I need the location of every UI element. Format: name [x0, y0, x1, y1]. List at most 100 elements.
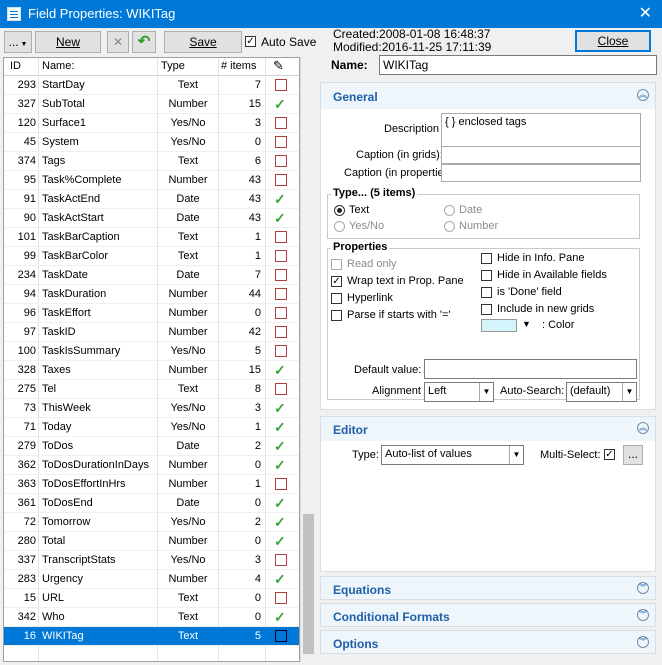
wraptext-checkbox[interactable]: ✓ [331, 276, 342, 287]
table-row[interactable]: 94 TaskDuration Number 44 [4, 285, 299, 304]
color-swatch[interactable] [481, 319, 517, 332]
checkmark-icon[interactable]: ✓ [274, 210, 286, 227]
hide-avail-checkbox[interactable] [481, 270, 492, 281]
delete-icon[interactable]: ✕ [107, 31, 129, 53]
table-row[interactable]: 71 Today Yes/No 1 ✓ [4, 418, 299, 437]
row-checkbox[interactable] [275, 592, 287, 604]
checkmark-icon[interactable]: ✓ [274, 514, 286, 531]
include-new-checkbox[interactable] [481, 304, 492, 315]
row-checkbox[interactable] [275, 117, 287, 129]
col-header-id[interactable]: ID [10, 60, 21, 72]
table-row[interactable]: 96 TaskEffort Number 0 [4, 304, 299, 323]
collapse-up-icon[interactable]: ︽ [637, 422, 649, 434]
color-dropdown-icon[interactable]: ▼ [522, 319, 531, 329]
grid-scrollbar[interactable] [300, 57, 316, 662]
is-done-checkbox[interactable] [481, 287, 492, 298]
col-header-items[interactable]: # items [221, 60, 256, 72]
autosearch-select[interactable]: (default) ▼ [566, 382, 637, 402]
new-button[interactable]: New [35, 31, 101, 53]
collapse-up-icon[interactable]: ︽ [637, 89, 649, 101]
table-row[interactable]: 15 URL Text 0 [4, 589, 299, 608]
table-row[interactable]: 374 Tags Text 6 [4, 152, 299, 171]
checkmark-icon[interactable]: ✓ [274, 571, 286, 588]
conditional-formats-panel[interactable]: Conditional Formats ︾ [320, 603, 656, 627]
default-value-input[interactable] [424, 359, 637, 379]
table-row[interactable]: 45 System Yes/No 0 [4, 133, 299, 152]
row-checkbox[interactable] [275, 136, 287, 148]
checkmark-icon[interactable]: ✓ [274, 362, 286, 379]
row-checkbox[interactable] [275, 383, 287, 395]
table-row[interactable]: 97 TaskID Number 42 [4, 323, 299, 342]
table-row[interactable]: 100 TaskIsSummary Yes/No 5 [4, 342, 299, 361]
close-window-icon[interactable]: ✕ [639, 3, 652, 23]
row-checkbox[interactable] [275, 79, 287, 91]
general-header[interactable]: General ︽ [321, 83, 655, 109]
table-row[interactable]: 362 ToDosDurationInDays Number 0 ✓ [4, 456, 299, 475]
table-row[interactable]: 16 WIKITag Text 5 [4, 627, 299, 646]
row-checkbox[interactable] [275, 269, 287, 281]
autosave-checkbox[interactable]: ✓ [245, 36, 256, 47]
col-header-name[interactable]: Name: [42, 60, 74, 72]
expand-down-icon[interactable]: ︾ [637, 582, 649, 594]
table-row[interactable]: 90 TaskActStart Date 43 ✓ [4, 209, 299, 228]
type-date-radio[interactable] [444, 205, 455, 216]
checkmark-icon[interactable]: ✓ [274, 495, 286, 512]
multiselect-more-button[interactable]: ... [623, 445, 643, 465]
row-checkbox[interactable] [275, 630, 287, 642]
name-input[interactable]: WIKITag [379, 55, 657, 75]
row-checkbox[interactable] [275, 345, 287, 357]
col-header-type[interactable]: Type [161, 60, 185, 72]
table-row[interactable]: 101 TaskBarCaption Text 1 [4, 228, 299, 247]
type-yesno-radio[interactable] [334, 221, 345, 232]
table-row[interactable]: 283 Urgency Number 4 ✓ [4, 570, 299, 589]
editor-type-select[interactable]: Auto-list of values ▼ [381, 445, 524, 465]
caption-props-input[interactable] [441, 164, 641, 182]
checkmark-icon[interactable]: ✓ [274, 438, 286, 455]
hyperlink-checkbox[interactable] [331, 293, 342, 304]
checkmark-icon[interactable]: ✓ [274, 191, 286, 208]
close-button[interactable]: Close [575, 30, 651, 52]
checkmark-icon[interactable]: ✓ [274, 400, 286, 417]
hide-info-checkbox[interactable] [481, 253, 492, 264]
table-row[interactable]: 95 Task%Complete Number 43 [4, 171, 299, 190]
row-checkbox[interactable] [275, 554, 287, 566]
table-row[interactable]: 91 TaskActEnd Date 43 ✓ [4, 190, 299, 209]
readonly-checkbox[interactable] [331, 259, 342, 270]
type-text-radio[interactable] [334, 205, 345, 216]
row-checkbox[interactable] [275, 250, 287, 262]
table-row[interactable]: 99 TaskBarColor Text 1 [4, 247, 299, 266]
caption-grids-input[interactable] [441, 146, 641, 164]
table-row[interactable]: 280 Total Number 0 ✓ [4, 532, 299, 551]
options-panel[interactable]: Options ︾ [320, 630, 656, 654]
table-row[interactable]: 72 Tomorrow Yes/No 2 ✓ [4, 513, 299, 532]
row-checkbox[interactable] [275, 231, 287, 243]
table-row[interactable]: 234 TaskDate Date 7 [4, 266, 299, 285]
table-row[interactable]: 293 StartDay Text 7 [4, 76, 299, 95]
table-row[interactable]: 120 Surface1 Yes/No 3 [4, 114, 299, 133]
checkmark-icon[interactable]: ✓ [274, 96, 286, 113]
table-row[interactable]: 361 ToDosEnd Date 0 ✓ [4, 494, 299, 513]
col-header-edit-icon[interactable]: ✎ [273, 58, 284, 74]
checkmark-icon[interactable]: ✓ [274, 457, 286, 474]
row-checkbox[interactable] [275, 478, 287, 490]
checkmark-icon[interactable]: ✓ [274, 533, 286, 550]
parse-checkbox[interactable] [331, 310, 342, 321]
alignment-select[interactable]: Left ▼ [424, 382, 494, 402]
table-row[interactable]: 328 Taxes Number 15 ✓ [4, 361, 299, 380]
table-row[interactable]: 337 TranscriptStats Yes/No 3 [4, 551, 299, 570]
menu-dropdown-button[interactable]: ... ▼ [4, 31, 32, 53]
table-row[interactable]: 327 SubTotal Number 15 ✓ [4, 95, 299, 114]
row-checkbox[interactable] [275, 326, 287, 338]
multiselect-checkbox[interactable]: ✓ [604, 449, 615, 460]
table-row[interactable]: 342 Who Text 0 ✓ [4, 608, 299, 627]
expand-down-icon[interactable]: ︾ [637, 609, 649, 621]
table-row[interactable]: 363 ToDosEffortInHrs Number 1 [4, 475, 299, 494]
checkmark-icon[interactable]: ✓ [274, 419, 286, 436]
checkmark-icon[interactable]: ✓ [274, 609, 286, 626]
description-input[interactable]: { } enclosed tags [441, 113, 641, 147]
table-row[interactable]: 275 Tel Text 8 [4, 380, 299, 399]
save-button[interactable]: Save [164, 31, 242, 53]
type-number-radio[interactable] [444, 221, 455, 232]
editor-header[interactable]: Editor ︽ [321, 417, 655, 441]
row-checkbox[interactable] [275, 174, 287, 186]
